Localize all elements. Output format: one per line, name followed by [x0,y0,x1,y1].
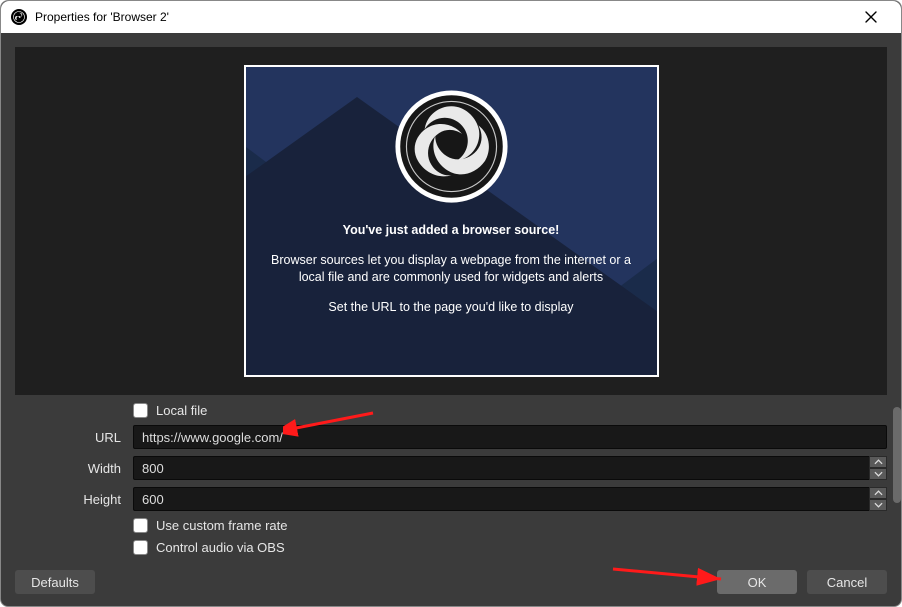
control-audio-checkbox[interactable] [133,540,148,555]
width-step-up[interactable] [869,456,887,468]
preview-card: You've just added a browser source! Brow… [244,65,659,377]
ok-button[interactable]: OK [717,570,797,594]
custom-fps-label: Use custom frame rate [156,518,288,533]
height-label: Height [15,492,133,507]
scrollbar[interactable] [893,407,901,503]
preview-description: Browser sources let you display a webpag… [264,252,639,287]
url-label: URL [15,430,133,445]
properties-dialog: Properties for 'Browser 2' [0,0,902,607]
window-title: Properties for 'Browser 2' [35,10,169,24]
dialog-body: You've just added a browser source! Brow… [1,33,901,606]
form-area: Local file URL Width [1,403,901,570]
width-input[interactable] [133,456,869,480]
preview-cta: Set the URL to the page you'd like to di… [328,299,573,317]
control-audio-label: Control audio via OBS [156,540,285,555]
defaults-button[interactable]: Defaults [15,570,95,594]
url-input[interactable] [133,425,887,449]
obs-app-icon [11,9,27,25]
width-label: Width [15,461,133,476]
titlebar: Properties for 'Browser 2' [1,1,901,33]
obs-logo-icon [394,89,509,204]
control-audio-checkbox-row[interactable]: Control audio via OBS [133,540,887,555]
custom-fps-checkbox-row[interactable]: Use custom frame rate [133,518,887,533]
height-step-down[interactable] [869,499,887,511]
preview-area: You've just added a browser source! Brow… [15,47,887,395]
local-file-checkbox-row[interactable]: Local file [133,403,887,418]
height-step-up[interactable] [869,487,887,499]
close-button[interactable] [851,1,891,33]
local-file-label: Local file [156,403,207,418]
preview-content: You've just added a browser source! Brow… [246,67,657,375]
preview-headline: You've just added a browser source! [343,222,560,240]
local-file-checkbox[interactable] [133,403,148,418]
custom-fps-checkbox[interactable] [133,518,148,533]
button-bar: Defaults OK Cancel [1,570,901,606]
width-step-down[interactable] [869,468,887,480]
cancel-button[interactable]: Cancel [807,570,887,594]
height-input[interactable] [133,487,869,511]
